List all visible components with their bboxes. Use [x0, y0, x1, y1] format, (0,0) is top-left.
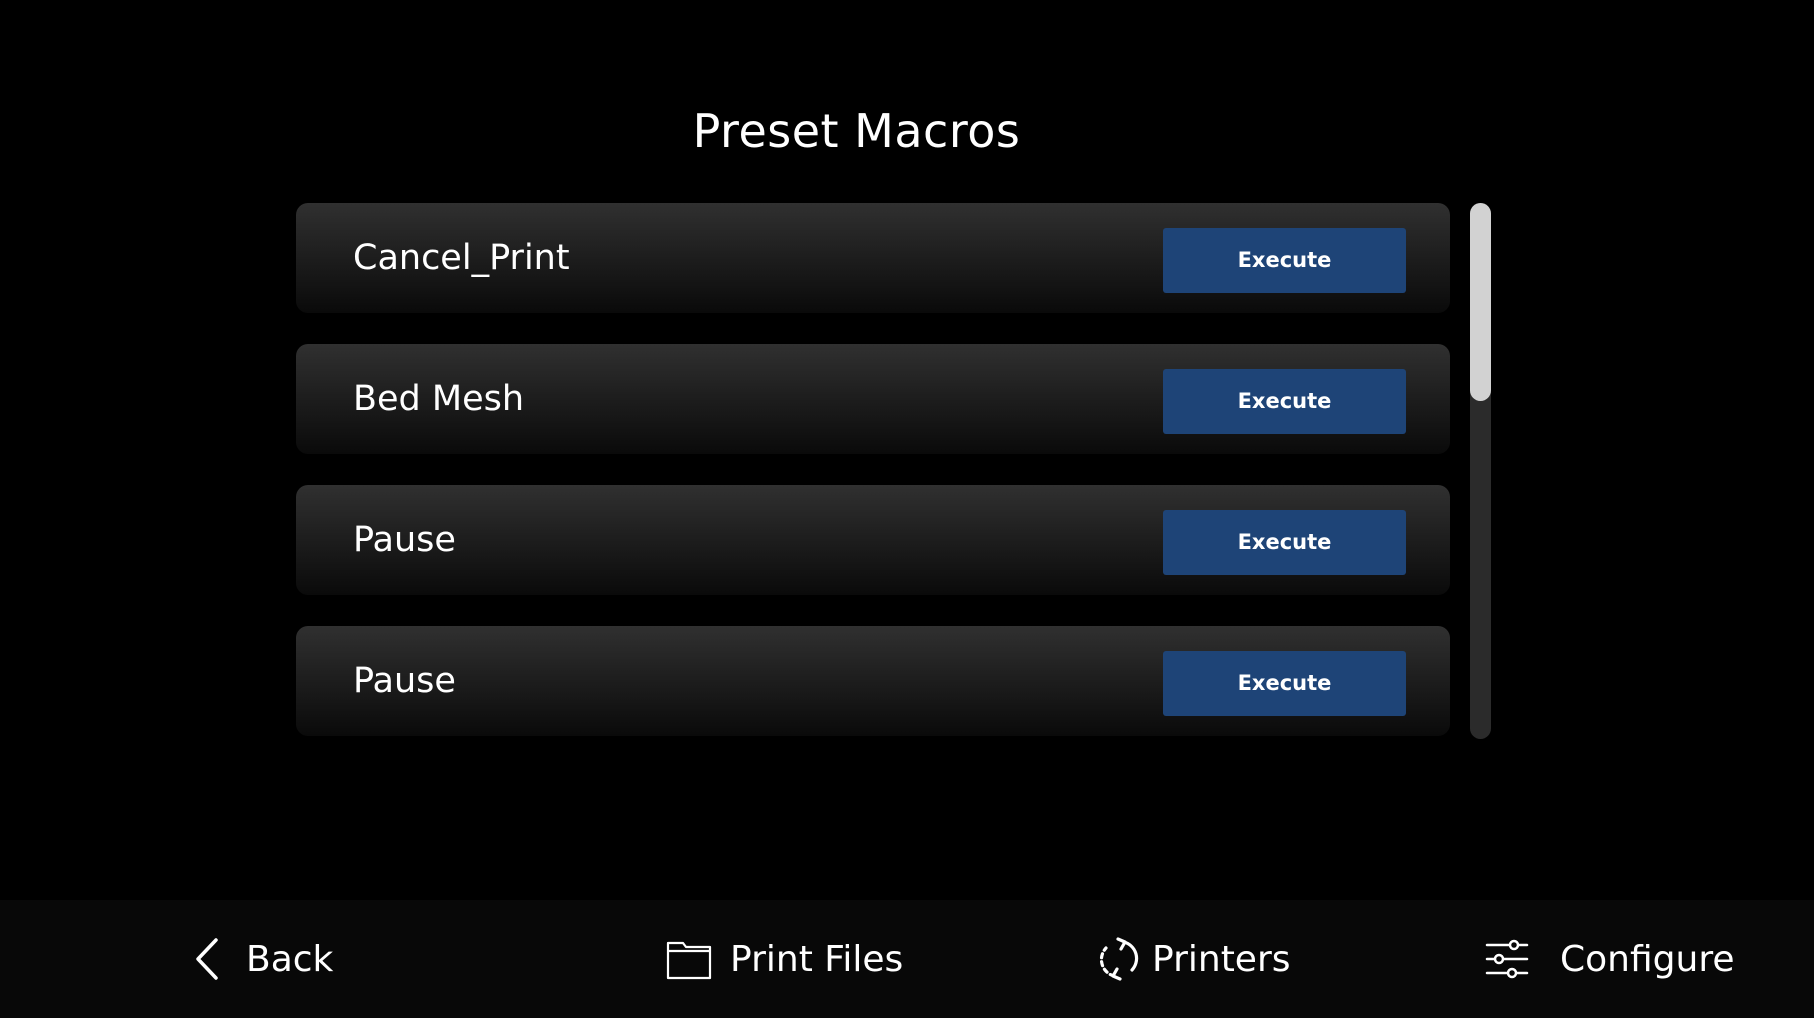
macro-row: Pause Execute: [296, 626, 1450, 736]
macro-name: Bed Mesh: [353, 379, 525, 419]
scrollbar-thumb[interactable]: [1470, 203, 1491, 401]
back-label: Back: [246, 938, 334, 980]
macro-list[interactable]: Cancel_Print Execute Bed Mesh Execute Pa…: [296, 203, 1450, 739]
cycle-arrows-icon: [1096, 936, 1142, 982]
printers-button[interactable]: Printers: [1096, 900, 1291, 1018]
page-title: Preset Macros: [692, 104, 1021, 158]
sliders-icon: [1484, 936, 1530, 982]
printers-label: Printers: [1152, 938, 1291, 980]
macro-row: Bed Mesh Execute: [296, 344, 1450, 454]
print-files-button[interactable]: Print Files: [666, 900, 903, 1018]
execute-button[interactable]: Execute: [1163, 510, 1406, 575]
macro-row: Pause Execute: [296, 485, 1450, 595]
screen: Preset Macros Cancel_Print Execute Bed M…: [0, 0, 1814, 1018]
bottom-nav-bar: Back Print Files Printers Configure: [0, 900, 1814, 1018]
macro-name: Pause: [353, 661, 456, 701]
macro-name: Pause: [353, 520, 456, 560]
macro-row: Cancel_Print Execute: [296, 203, 1450, 313]
configure-button[interactable]: Configure: [1484, 900, 1734, 1018]
macro-name: Cancel_Print: [353, 238, 570, 278]
print-files-label: Print Files: [730, 938, 904, 980]
scrollbar-track[interactable]: [1470, 203, 1491, 739]
chevron-left-icon: [192, 936, 224, 982]
back-button[interactable]: Back: [192, 900, 333, 1018]
execute-button[interactable]: Execute: [1163, 651, 1406, 716]
folder-icon: [666, 936, 712, 982]
execute-button[interactable]: Execute: [1163, 228, 1406, 293]
execute-button[interactable]: Execute: [1163, 369, 1406, 434]
configure-label: Configure: [1560, 938, 1735, 980]
